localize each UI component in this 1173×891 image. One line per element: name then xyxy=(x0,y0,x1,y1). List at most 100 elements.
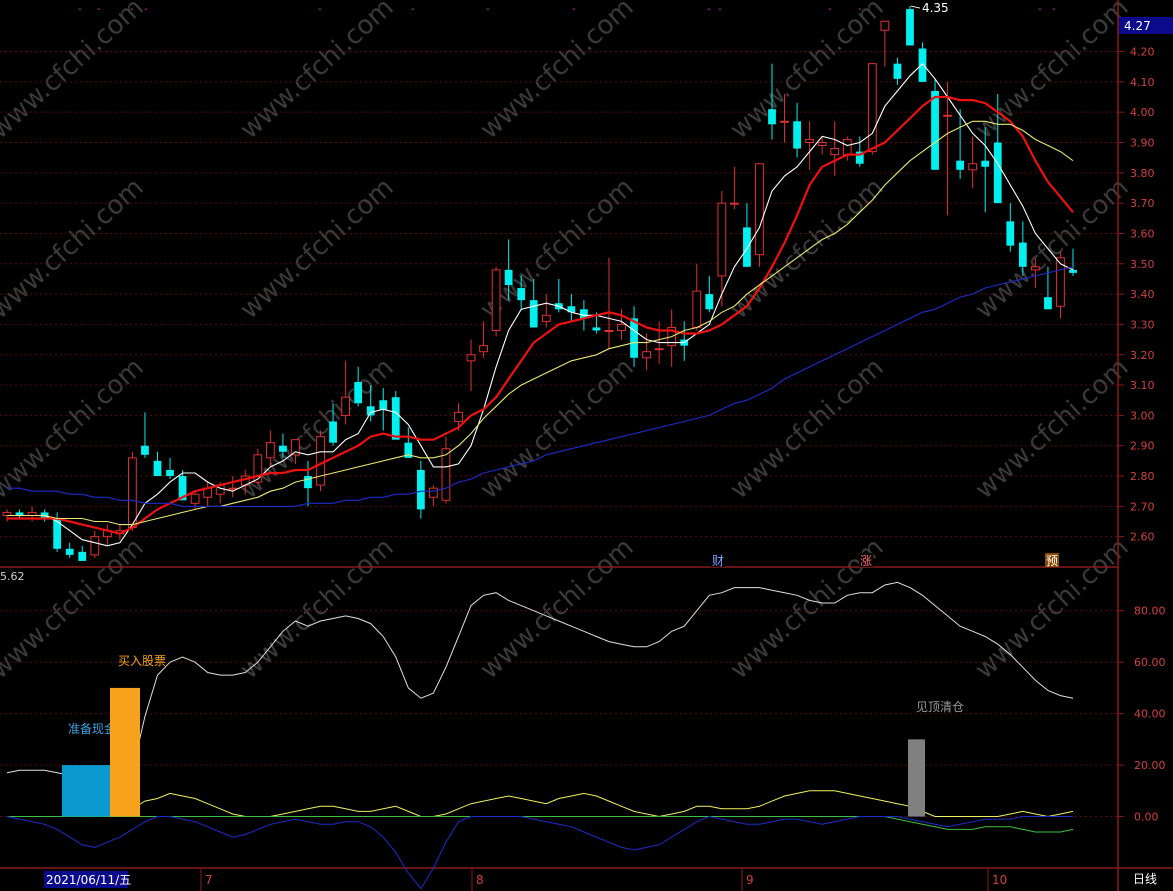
indicator-top-value: 5.62 xyxy=(0,570,25,583)
watermark-text: www.cfchi.com xyxy=(0,172,150,325)
watermark-text: www.cfchi.com xyxy=(475,0,640,145)
candle-body-down xyxy=(329,421,337,443)
candle-body-up xyxy=(805,138,815,144)
signal-bar xyxy=(908,739,925,817)
candle-body-down xyxy=(65,548,74,555)
watermark-text: www.cfchi.com xyxy=(0,0,150,145)
candle-body-up xyxy=(617,323,626,331)
candle-body-up xyxy=(880,20,890,31)
watermark-text: www.cfchi.com xyxy=(725,0,890,145)
top-marker: - xyxy=(144,4,148,15)
event-badge: 涨 xyxy=(860,553,872,568)
watermark-text: www.cfchi.com xyxy=(475,352,640,505)
period-label[interactable]: 日线 xyxy=(1133,872,1157,886)
watermark-text: www.cfchi.com xyxy=(970,352,1135,505)
price-tick-label: 2.70 xyxy=(1130,500,1155,513)
watermark-text: www.cfchi.com xyxy=(0,352,150,505)
current-price-label: 4.27 xyxy=(1124,19,1151,33)
candle-body-up xyxy=(190,493,200,504)
candle-body-up xyxy=(253,454,263,483)
candle-body-up xyxy=(830,148,840,156)
candle-body-down xyxy=(529,300,538,328)
candle-body-down xyxy=(279,445,287,452)
candle-body-up xyxy=(943,114,952,117)
month-label: 9 xyxy=(746,873,754,887)
top-marker: - xyxy=(1038,4,1042,15)
candle-body-down xyxy=(354,382,363,404)
candle-body-down xyxy=(705,294,714,310)
signal-bar xyxy=(62,765,110,817)
candle-body-down xyxy=(993,142,1002,204)
candle-body-down xyxy=(504,269,513,286)
candle-body-down xyxy=(379,400,388,410)
candle-body-up xyxy=(316,436,325,486)
candle-body-down xyxy=(166,469,174,477)
candle-body-down xyxy=(366,406,375,416)
candle-body-up xyxy=(692,290,702,328)
signal-label: 买入股票 xyxy=(118,654,166,668)
top-marker: - xyxy=(486,4,490,15)
top-marker: - xyxy=(97,4,101,15)
top-marker: - xyxy=(411,4,415,15)
candle-body-down xyxy=(893,63,902,79)
price-tick-label: 3.70 xyxy=(1130,197,1155,210)
indicator-axis: 80.00 60.00 40.00 20.00 0.00 xyxy=(1118,605,1166,824)
price-axis: 4.20 4.10 4.00 3.90 3.80 3.70 3.60 3.50 3.40 3.30… xyxy=(1118,46,1155,544)
signal-label: 见顶清仓 xyxy=(916,700,964,714)
indicator-line-green xyxy=(7,816,1074,833)
price-tick-label: 2.80 xyxy=(1130,470,1155,483)
top-marker: - xyxy=(828,4,832,15)
candle-body-down xyxy=(391,397,400,440)
price-tick-label: 3.40 xyxy=(1130,288,1155,301)
candle-body-down xyxy=(981,160,990,167)
price-tick-label: 2.90 xyxy=(1130,440,1155,453)
candle-body-up xyxy=(968,163,978,171)
price-tick-label: 3.00 xyxy=(1130,409,1155,422)
candle-body-up xyxy=(717,202,727,277)
candle-body-up xyxy=(466,354,476,362)
price-tick-label: 4.10 xyxy=(1130,76,1155,89)
candle-body-down xyxy=(793,121,801,149)
time-axis: 2021/06/11/五 7 8 9 10 xyxy=(44,869,1007,891)
start-date-label: 2021/06/11/五 xyxy=(46,873,131,887)
price-tick-label: 2.60 xyxy=(1130,531,1155,544)
indicator-tick-label: 80.00 xyxy=(1134,605,1166,618)
top-marker: - xyxy=(1052,4,1056,15)
candle-body-up xyxy=(842,138,852,156)
candle-body-down xyxy=(592,327,601,331)
top-marker: - xyxy=(130,4,134,15)
candle-body-down xyxy=(416,469,425,510)
high-pointer xyxy=(910,5,921,9)
candle-body-down xyxy=(743,227,751,267)
candle-body-up xyxy=(454,411,463,422)
high-price-marker: 4.35 xyxy=(910,1,949,15)
month-label: 10 xyxy=(992,873,1007,887)
candle-body-down xyxy=(153,460,162,477)
indicator-tick-label: 20.00 xyxy=(1134,759,1166,772)
price-tick-label: 3.90 xyxy=(1130,137,1155,150)
ma-line-ma10 xyxy=(7,95,1074,535)
watermark-layer: www.cfchi.com www.cfchi.com www.cfchi.com w… xyxy=(0,0,1135,685)
candle-body-down xyxy=(931,90,939,170)
candle-body-up xyxy=(780,120,789,123)
candle-body-down xyxy=(304,476,312,489)
candle-body-down xyxy=(78,551,87,561)
candle-body-up xyxy=(429,487,438,498)
candle-body-up xyxy=(642,351,651,359)
candle-body-down xyxy=(1006,221,1015,246)
candle-body-up xyxy=(541,314,551,322)
month-label: 7 xyxy=(205,873,213,887)
stock-chart[interactable]: www.cfchi.com www.cfchi.com www.cfchi.com w… xyxy=(0,0,1173,891)
candle-body-up xyxy=(755,163,764,256)
top-marker: - xyxy=(858,4,862,15)
candle-body-down xyxy=(906,9,914,46)
price-tick-label: 4.00 xyxy=(1130,106,1155,119)
candle-body-down xyxy=(918,48,927,82)
price-tick-label: 3.80 xyxy=(1130,167,1155,180)
candle-body-down xyxy=(1018,242,1027,267)
candle-body-down xyxy=(956,160,965,170)
candle-body-up xyxy=(128,457,137,529)
top-marker: - xyxy=(318,4,322,15)
price-tick-label: 3.60 xyxy=(1130,227,1155,240)
price-tick-label: 4.20 xyxy=(1130,46,1155,59)
